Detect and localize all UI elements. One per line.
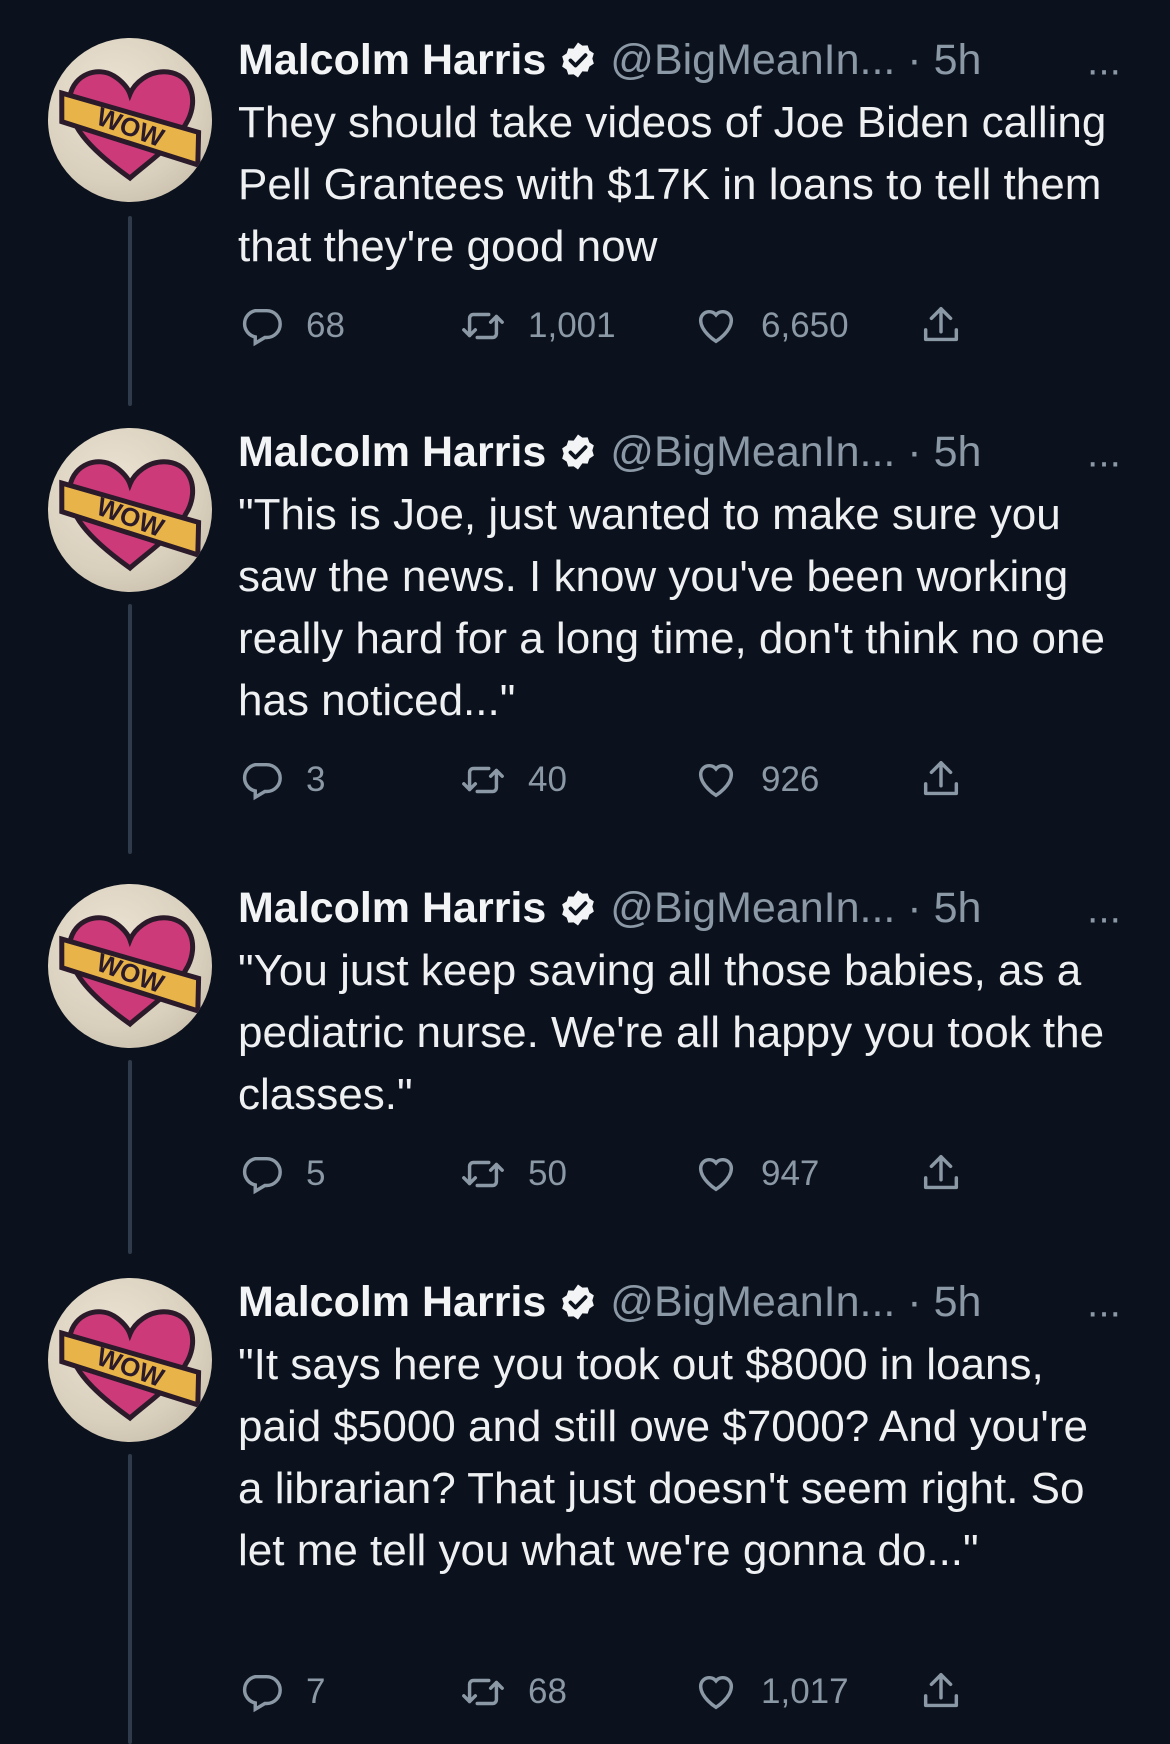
more-options-icon[interactable]: ··· bbox=[1086, 48, 1122, 93]
thread-line bbox=[128, 1454, 132, 1744]
reply-count: 5 bbox=[306, 1154, 326, 1193]
reply-count: 7 bbox=[306, 1672, 326, 1711]
like-button[interactable]: 947 bbox=[693, 1146, 819, 1202]
more-options-icon[interactable]: ··· bbox=[1086, 896, 1122, 941]
verified-badge-icon bbox=[562, 42, 595, 78]
thread-line bbox=[128, 604, 132, 854]
tweet-header: Malcolm Harris @BigMeanIn... · 5h bbox=[238, 878, 1120, 938]
like-button[interactable]: 1,017 bbox=[693, 1664, 849, 1720]
share-icon bbox=[923, 761, 959, 796]
reply-button[interactable]: 7 bbox=[238, 1664, 325, 1720]
reply-icon bbox=[242, 762, 282, 801]
tweet-actions: 3 40 926 bbox=[238, 752, 1018, 808]
reply-count: 68 bbox=[306, 306, 345, 345]
share-icon bbox=[923, 307, 959, 342]
share-button[interactable] bbox=[918, 752, 964, 808]
heart-tattoo-icon: WOW bbox=[59, 915, 202, 1028]
avatar[interactable]: WOW bbox=[48, 38, 212, 202]
display-name[interactable]: Malcolm Harris bbox=[238, 30, 546, 90]
retweet-icon bbox=[462, 312, 504, 340]
tweet-header: Malcolm Harris @BigMeanIn... · 5h bbox=[238, 30, 1120, 90]
like-button[interactable]: 926 bbox=[693, 752, 819, 808]
share-icon bbox=[923, 1155, 959, 1190]
display-name[interactable]: Malcolm Harris bbox=[238, 878, 546, 938]
verified-badge-icon bbox=[562, 1284, 595, 1320]
like-button[interactable]: 6,650 bbox=[693, 298, 849, 354]
handle-and-time[interactable]: @BigMeanIn... · 5h bbox=[610, 878, 981, 938]
verified-badge-icon bbox=[562, 434, 595, 470]
like-icon bbox=[698, 309, 734, 344]
like-count: 1,017 bbox=[761, 1672, 849, 1711]
retweet-button[interactable]: 1,001 bbox=[460, 298, 616, 354]
heart-tattoo-icon: WOW bbox=[59, 1309, 202, 1422]
retweet-icon bbox=[462, 1678, 504, 1706]
like-count: 6,650 bbox=[761, 306, 849, 345]
tweet-text: They should take videos of Joe Biden cal… bbox=[238, 98, 1107, 271]
display-name[interactable]: Malcolm Harris bbox=[238, 422, 546, 482]
retweet-icon bbox=[462, 1160, 504, 1188]
share-button[interactable] bbox=[918, 1664, 964, 1720]
share-icon bbox=[923, 1673, 959, 1708]
retweet-button[interactable]: 68 bbox=[460, 1664, 567, 1720]
avatar[interactable]: WOW bbox=[48, 1278, 212, 1442]
tweet-text: "This is Joe, just wanted to make sure y… bbox=[238, 490, 1105, 725]
retweet-button[interactable]: 40 bbox=[460, 752, 567, 808]
reply-count: 3 bbox=[306, 760, 326, 799]
handle-and-time[interactable]: @BigMeanIn... · 5h bbox=[610, 30, 981, 90]
thread-line bbox=[128, 1060, 132, 1254]
reply-button[interactable]: 68 bbox=[238, 298, 345, 354]
reply-icon bbox=[242, 308, 282, 347]
reply-button[interactable]: 3 bbox=[238, 752, 325, 808]
like-count: 926 bbox=[761, 760, 820, 799]
retweet-count: 50 bbox=[528, 1154, 567, 1193]
tweet-text: "You just keep saving all those babies, … bbox=[238, 946, 1105, 1119]
more-options-icon[interactable]: ··· bbox=[1086, 1290, 1122, 1335]
tweet-actions: 7 68 1,017 bbox=[238, 1664, 1018, 1720]
verified-badge-icon bbox=[562, 890, 595, 926]
reply-button[interactable]: 5 bbox=[238, 1146, 325, 1202]
retweet-count: 40 bbox=[528, 760, 567, 799]
display-name[interactable]: Malcolm Harris bbox=[238, 1272, 546, 1332]
like-count: 947 bbox=[761, 1154, 820, 1193]
retweet-count: 68 bbox=[528, 1672, 567, 1711]
avatar[interactable]: WOW bbox=[48, 428, 212, 592]
handle-and-time[interactable]: @BigMeanIn... · 5h bbox=[610, 1272, 981, 1332]
tweet-header: Malcolm Harris @BigMeanIn... · 5h bbox=[238, 1272, 1120, 1332]
heart-tattoo-icon: WOW bbox=[59, 459, 202, 572]
reply-icon bbox=[242, 1156, 282, 1195]
more-options-icon[interactable]: ··· bbox=[1086, 440, 1122, 485]
tweet-actions: 68 1,001 6,650 bbox=[238, 298, 1018, 354]
like-icon bbox=[698, 1675, 734, 1710]
tweet-actions: 5 50 947 bbox=[238, 1146, 1018, 1202]
heart-tattoo-icon: WOW bbox=[59, 69, 202, 182]
share-button[interactable] bbox=[918, 1146, 964, 1202]
tweet-text: "It says here you took out $8000 in loan… bbox=[238, 1340, 1088, 1575]
retweet-count: 1,001 bbox=[528, 306, 616, 345]
retweet-button[interactable]: 50 bbox=[460, 1146, 567, 1202]
avatar[interactable]: WOW bbox=[48, 884, 212, 1048]
share-button[interactable] bbox=[918, 298, 964, 354]
retweet-icon bbox=[462, 766, 504, 794]
like-icon bbox=[698, 1157, 734, 1192]
like-icon bbox=[698, 763, 734, 798]
tweet-header: Malcolm Harris @BigMeanIn... · 5h bbox=[238, 422, 1120, 482]
reply-icon bbox=[242, 1674, 282, 1713]
handle-and-time[interactable]: @BigMeanIn... · 5h bbox=[610, 422, 981, 482]
thread-line bbox=[128, 216, 132, 406]
